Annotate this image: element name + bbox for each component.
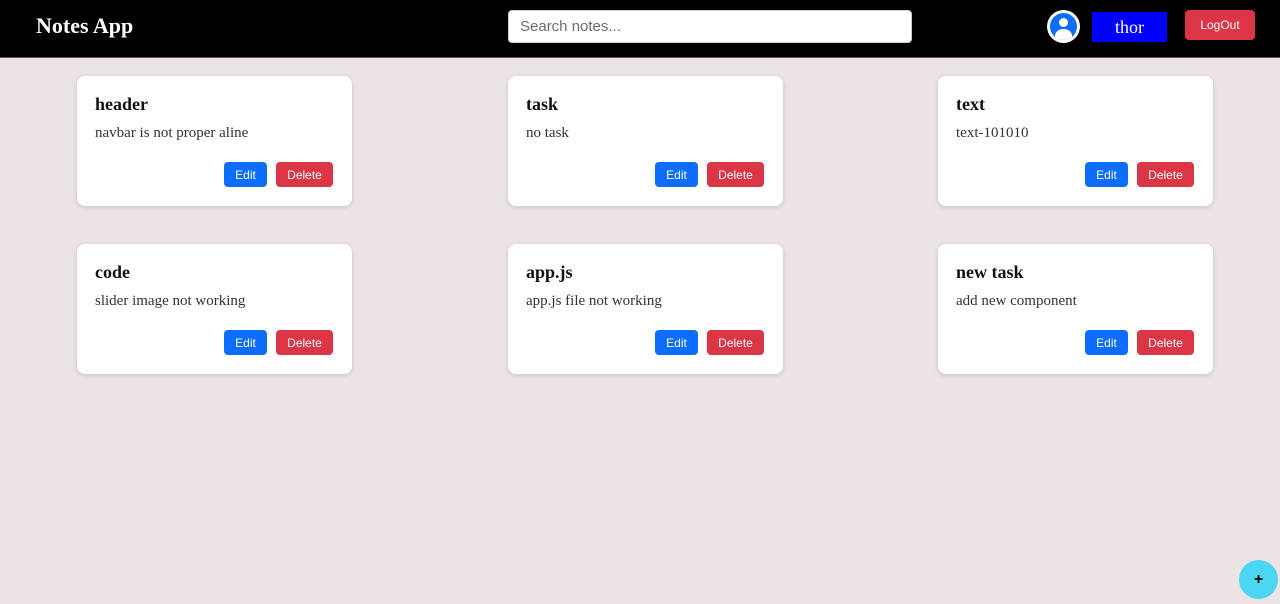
note-text: add new component: [956, 293, 1077, 309]
delete-button[interactable]: Delete: [707, 162, 764, 187]
edit-button[interactable]: Edit: [1085, 330, 1128, 355]
note-card: code slider image not working Edit Delet…: [77, 244, 352, 374]
delete-button[interactable]: Delete: [707, 330, 764, 355]
edit-button[interactable]: Edit: [1085, 162, 1128, 187]
note-title: task: [526, 94, 559, 114]
delete-button[interactable]: Delete: [1137, 162, 1194, 187]
note-card: text text-101010 Edit Delete: [938, 76, 1213, 206]
delete-button[interactable]: Delete: [1137, 330, 1194, 355]
note-text: text-101010: [956, 125, 1029, 141]
add-note-button[interactable]: +: [1239, 560, 1278, 599]
avatar[interactable]: [1047, 10, 1080, 43]
note-card: header navbar is not proper aline Edit D…: [77, 76, 352, 206]
note-title: app.js: [526, 262, 573, 282]
edit-button[interactable]: Edit: [224, 162, 267, 187]
note-card: task no task Edit Delete: [508, 76, 783, 206]
edit-button[interactable]: Edit: [655, 330, 698, 355]
delete-button[interactable]: Delete: [276, 330, 333, 355]
edit-button[interactable]: Edit: [224, 330, 267, 355]
note-title: header: [95, 94, 148, 114]
note-title: text: [956, 94, 985, 114]
note-text: navbar is not proper aline: [95, 125, 249, 141]
note-title: code: [95, 262, 130, 282]
note-card: new task add new component Edit Delete: [938, 244, 1213, 374]
note-card: app.js app.js file not working Edit Dele…: [508, 244, 783, 374]
delete-button[interactable]: Delete: [276, 162, 333, 187]
logout-button[interactable]: LogOut: [1185, 10, 1255, 40]
brand-title[interactable]: Notes App: [36, 13, 133, 39]
note-text: app.js file not working: [526, 293, 662, 309]
username-button[interactable]: thor: [1092, 12, 1167, 42]
note-text: slider image not working: [95, 293, 246, 309]
search-input[interactable]: [508, 10, 912, 43]
edit-button[interactable]: Edit: [655, 162, 698, 187]
user-circle-icon: [1050, 13, 1077, 40]
note-title: new task: [956, 262, 1024, 282]
note-text: no task: [526, 125, 569, 141]
navbar: Notes App thor LogOut: [0, 0, 1280, 58]
